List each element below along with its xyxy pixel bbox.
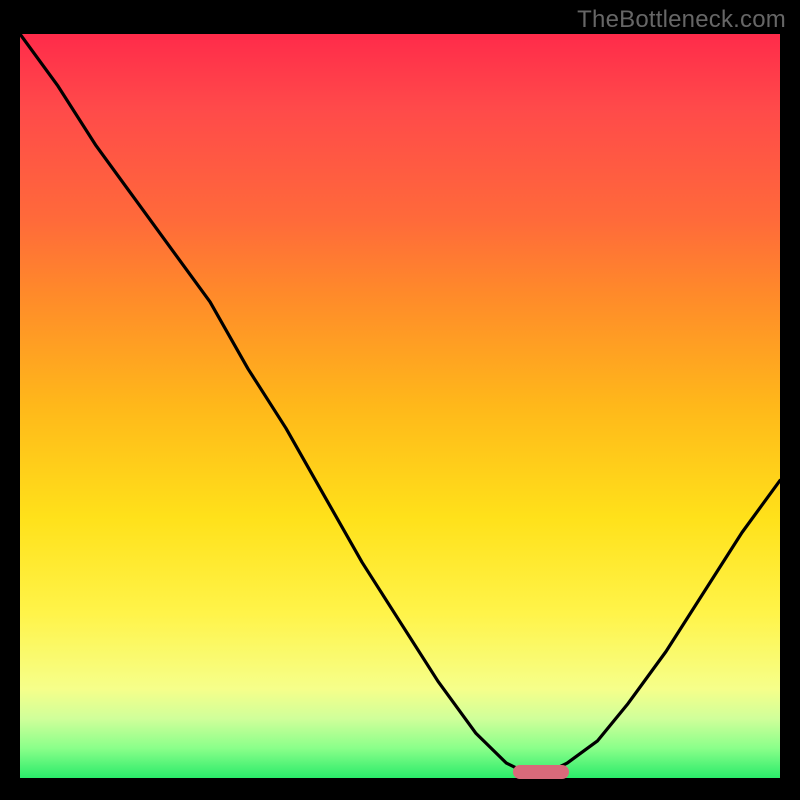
chart-frame: TheBottleneck.com [0,0,800,800]
bottleneck-curve [20,34,780,778]
plot-area [20,34,780,778]
watermark-text: TheBottleneck.com [577,6,786,34]
optimal-point-marker [513,765,569,779]
